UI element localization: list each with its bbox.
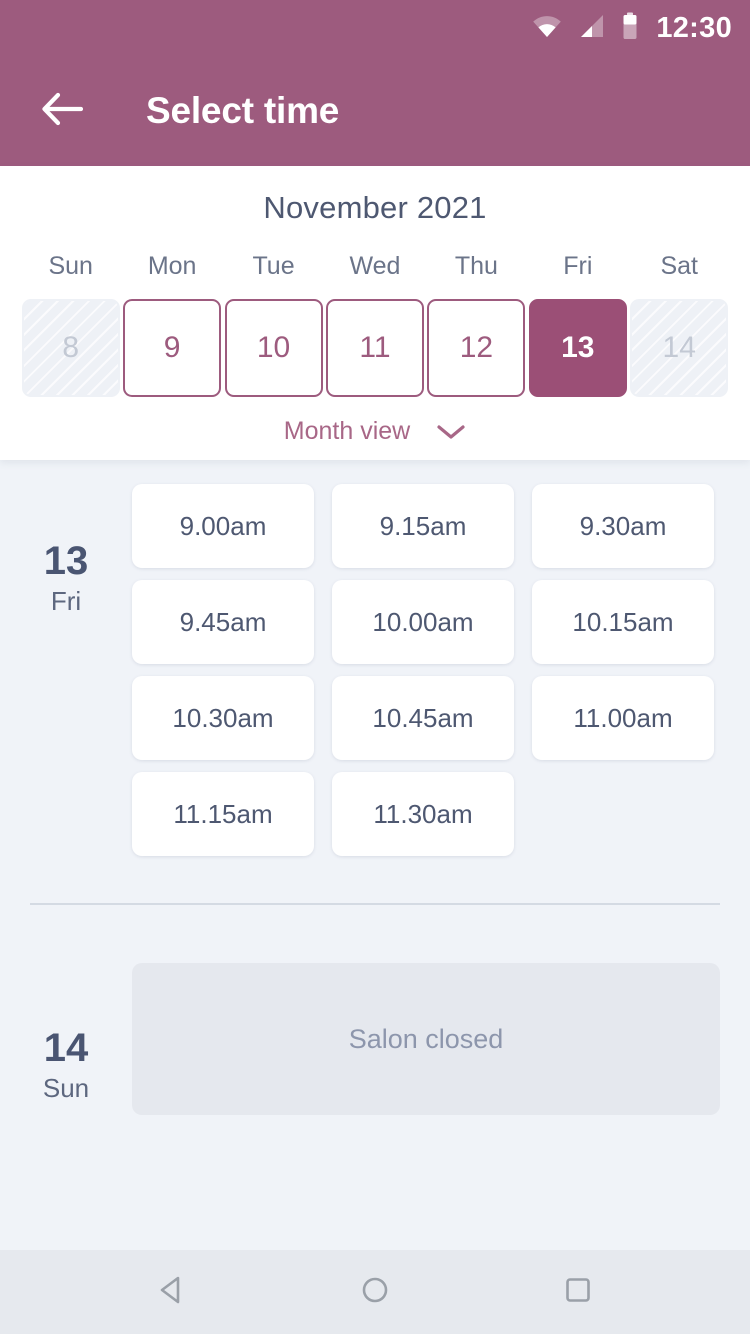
cell-signal-icon — [579, 13, 605, 44]
nav-back-button[interactable] — [137, 1257, 207, 1327]
app-bar: Select time — [0, 56, 750, 166]
back-button[interactable] — [34, 83, 90, 139]
status-bar-clock: 12:30 — [656, 11, 732, 44]
nav-home-circle-icon — [357, 1272, 393, 1313]
day-cell-slot: 9 — [121, 299, 222, 397]
schedule-day-weekday: Sun — [42, 1073, 90, 1103]
weekday-label-mon: Mon — [147, 252, 197, 280]
schedule-day-label: 13 Fri — [0, 484, 132, 617]
weekday-header-row: Sun Mon Tue Wed Thu Fri Sat — [0, 252, 750, 281]
time-slot-grid: 9.00am 9.15am 9.30am 9.45am 10.00am 10.1… — [132, 484, 720, 856]
status-icon-group — [532, 12, 638, 45]
day-cell-slot: 12 — [426, 299, 527, 397]
nav-recents-square-icon — [560, 1272, 596, 1313]
nav-back-triangle-icon — [154, 1272, 190, 1313]
weekday-label-fri: Fri — [563, 252, 593, 280]
day-cell-slot: 10 — [223, 299, 324, 397]
nav-recents-button[interactable] — [543, 1257, 613, 1327]
time-slot[interactable]: 10.45am — [332, 676, 514, 760]
arrow-left-icon — [41, 92, 84, 131]
schedule-list: 13 Fri 9.00am 9.15am 9.30am 9.45am 10.00… — [0, 460, 750, 1250]
calendar-day-row: 8 9 10 11 12 13 14 — [0, 299, 750, 397]
page-title: Select time — [146, 90, 340, 131]
time-slot[interactable]: 10.00am — [332, 580, 514, 664]
time-slot[interactable]: 11.00am — [532, 676, 714, 760]
month-title: November 2021 — [263, 190, 487, 225]
day-cell-slot: 14 — [629, 299, 730, 397]
time-slot[interactable]: 9.30am — [532, 484, 714, 568]
calendar-day-9[interactable]: 9 — [123, 299, 222, 397]
schedule-day-number: 14 — [43, 1026, 89, 1070]
schedule-day-number: 13 — [43, 539, 89, 583]
calendar-day-14: 14 — [630, 299, 729, 397]
month-view-label: Month view — [283, 417, 411, 445]
status-bar: 12:30 — [0, 0, 750, 56]
schedule-day-group-14: 14 Sun Salon closed — [0, 963, 750, 1115]
time-slot[interactable]: 9.45am — [132, 580, 314, 664]
chevron-down-icon — [436, 423, 466, 441]
weekday-label-tue: Tue — [252, 252, 295, 280]
month-view-toggle[interactable]: Month view — [0, 417, 750, 446]
day-cell-slot: 11 — [324, 299, 425, 397]
battery-icon — [622, 12, 638, 45]
salon-closed-banner: Salon closed — [132, 963, 720, 1115]
calendar-day-12[interactable]: 12 — [427, 299, 526, 397]
time-slot[interactable]: 10.30am — [132, 676, 314, 760]
wifi-icon — [532, 13, 562, 44]
calendar-day-13-selected[interactable]: 13 — [528, 299, 627, 397]
calendar-day-11[interactable]: 11 — [325, 299, 424, 397]
phone-screen: 12:30 Select time November 2021 Sun Mon … — [0, 0, 750, 1334]
calendar-day-8: 8 — [21, 299, 120, 397]
day-cell-slot: 13 — [527, 299, 628, 397]
section-divider — [30, 903, 720, 905]
time-slot[interactable]: 9.00am — [132, 484, 314, 568]
weekday-label-sun: Sun — [48, 252, 93, 280]
weekday-label-thu: Thu — [454, 252, 498, 280]
time-slot[interactable]: 10.15am — [532, 580, 714, 664]
schedule-day-group-13: 13 Fri 9.00am 9.15am 9.30am 9.45am 10.00… — [0, 484, 750, 856]
nav-home-button[interactable] — [340, 1257, 410, 1327]
android-nav-bar — [0, 1250, 750, 1334]
time-slot[interactable]: 11.15am — [132, 772, 314, 856]
calendar-day-10[interactable]: 10 — [224, 299, 323, 397]
schedule-day-weekday: Fri — [50, 586, 82, 616]
calendar-panel: November 2021 Sun Mon Tue Wed Thu Fri Sa… — [0, 166, 750, 460]
weekday-label-sat: Sat — [660, 252, 698, 280]
time-slot[interactable]: 9.15am — [332, 484, 514, 568]
day-cell-slot: 8 — [20, 299, 121, 397]
schedule-day-label: 14 Sun — [0, 963, 132, 1104]
weekday-label-wed: Wed — [349, 252, 401, 280]
time-slot[interactable]: 11.30am — [332, 772, 514, 856]
